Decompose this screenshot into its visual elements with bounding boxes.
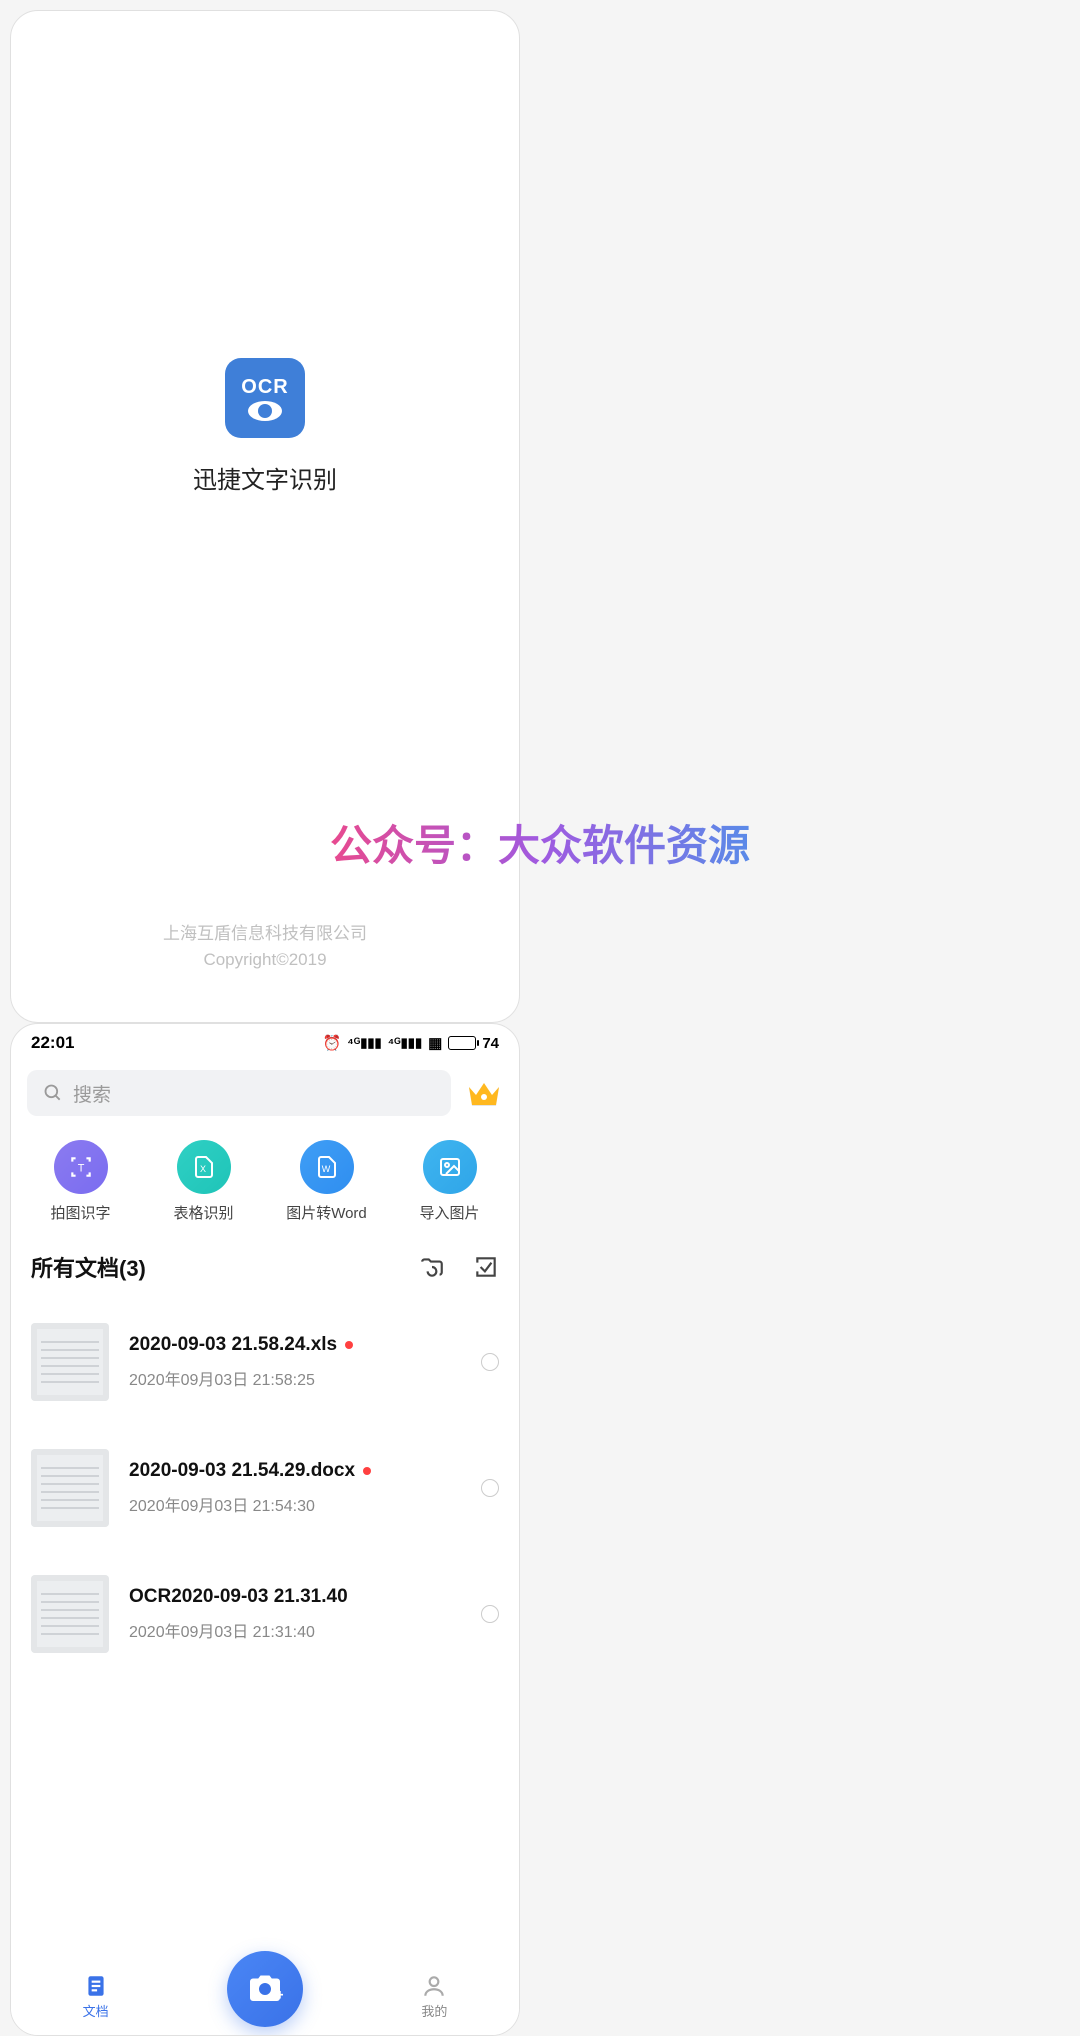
- search-input[interactable]: 搜索: [27, 1070, 451, 1116]
- phone-splash: OCR 迅捷文字识别 上海互盾信息科技有限公司 Copyright©2019: [10, 10, 520, 1023]
- nav-label: 文档: [83, 2001, 109, 2020]
- doc-time: 2020年09月03日 21:58:25: [129, 1366, 461, 1390]
- app-logo: OCR: [225, 358, 305, 438]
- svg-text:T: T: [77, 1162, 84, 1174]
- alarm-icon: ⏰: [323, 1034, 342, 1052]
- actions-row: T 拍图识字 X 表格识别 W 图片转Word 导入图片 导入: [11, 1124, 519, 1231]
- signal-icon-2: ⁴ᴳ▮▮▮: [388, 1035, 422, 1051]
- word-icon: W: [315, 1155, 339, 1179]
- search-icon: [43, 1083, 63, 1103]
- status-bar: 22:01 ⏰ ⁴ᴳ▮▮▮ ⁴ᴳ▮▮▮ ▦ 74: [11, 1024, 519, 1062]
- splash-footer: 上海互盾信息科技有限公司 Copyright©2019: [163, 921, 367, 972]
- action-partial[interactable]: 导入: [511, 1140, 519, 1223]
- action-label: 导入图片: [419, 1202, 479, 1223]
- doc-title: 2020-09-03 21.54.29.docx: [129, 1460, 355, 1482]
- search-placeholder: 搜索: [73, 1080, 111, 1107]
- phone-main: 22:01 ⏰ ⁴ᴳ▮▮▮ ⁴ᴳ▮▮▮ ▦ 74 搜索 T 拍图识字 X: [10, 1023, 520, 2036]
- camera-icon: +: [247, 1971, 283, 2007]
- select-icon[interactable]: [473, 1254, 499, 1280]
- action-table-ocr[interactable]: X 表格识别: [142, 1140, 265, 1223]
- svg-text:X: X: [199, 1164, 205, 1174]
- doc-title: 2020-09-03 21.58.24.xls: [129, 1334, 337, 1356]
- action-import-image[interactable]: 导入图片: [388, 1140, 511, 1223]
- doc-select-radio[interactable]: [481, 1605, 499, 1623]
- doc-thumbnail: [31, 1323, 109, 1401]
- action-scan-text[interactable]: T 拍图识字: [19, 1140, 142, 1223]
- status-time: 22:01: [31, 1033, 74, 1053]
- copyright-text: Copyright©2019: [163, 947, 367, 973]
- nav-docs[interactable]: 文档: [11, 1973, 180, 2020]
- battery-text: 74: [482, 1035, 499, 1052]
- signal-icon: ⁴ᴳ▮▮▮: [347, 1035, 381, 1051]
- svg-text:+: +: [276, 1987, 284, 2004]
- action-label: 拍图识字: [50, 1202, 110, 1223]
- doc-item[interactable]: 2020-09-03 21.58.24.xls 2020年09月03日 21:5…: [11, 1299, 519, 1425]
- nav-mine[interactable]: 我的: [350, 1973, 519, 2020]
- doc-title: OCR2020-09-03 21.31.40: [129, 1586, 348, 1608]
- new-dot-icon: [345, 1341, 353, 1349]
- doc-item[interactable]: 2020-09-03 21.54.29.docx 2020年09月03日 21:…: [11, 1425, 519, 1551]
- scan-text-icon: T: [68, 1154, 94, 1180]
- sim-icon: ▦: [428, 1034, 442, 1052]
- doc-item[interactable]: OCR2020-09-03 21.31.40 2020年09月03日 21:31…: [11, 1551, 519, 1677]
- doc-time: 2020年09月03日 21:31:40: [129, 1618, 461, 1642]
- camera-fab[interactable]: +: [227, 1951, 303, 2027]
- battery-icon: [448, 1036, 476, 1050]
- doc-thumbnail: [31, 1575, 109, 1653]
- excel-icon: X: [192, 1155, 216, 1179]
- doc-time: 2020年09月03日 21:54:30: [129, 1492, 461, 1516]
- folder-sync-icon[interactable]: [419, 1254, 445, 1280]
- company-text: 上海互盾信息科技有限公司: [163, 921, 367, 947]
- doc-select-radio[interactable]: [481, 1353, 499, 1371]
- svg-text:W: W: [321, 1164, 330, 1174]
- action-to-word[interactable]: W 图片转Word: [265, 1140, 388, 1223]
- doc-thumbnail: [31, 1449, 109, 1527]
- bottom-nav: 文档 我的 +: [11, 1957, 519, 2035]
- image-icon: [438, 1155, 462, 1179]
- doc-select-radio[interactable]: [481, 1479, 499, 1497]
- logo-ocr-text: OCR: [241, 376, 288, 399]
- nav-label: 我的: [421, 2001, 447, 2020]
- action-label: 表格识别: [173, 1202, 233, 1223]
- eye-icon: [248, 401, 282, 421]
- vip-crown-icon[interactable]: [465, 1077, 503, 1109]
- doc-icon: [83, 1973, 109, 1999]
- app-name: 迅捷文字识别: [193, 460, 337, 495]
- section-title: 所有文档(3): [31, 1251, 146, 1283]
- action-label: 图片转Word: [286, 1202, 367, 1223]
- user-icon: [421, 1973, 447, 1999]
- new-dot-icon: [363, 1467, 371, 1475]
